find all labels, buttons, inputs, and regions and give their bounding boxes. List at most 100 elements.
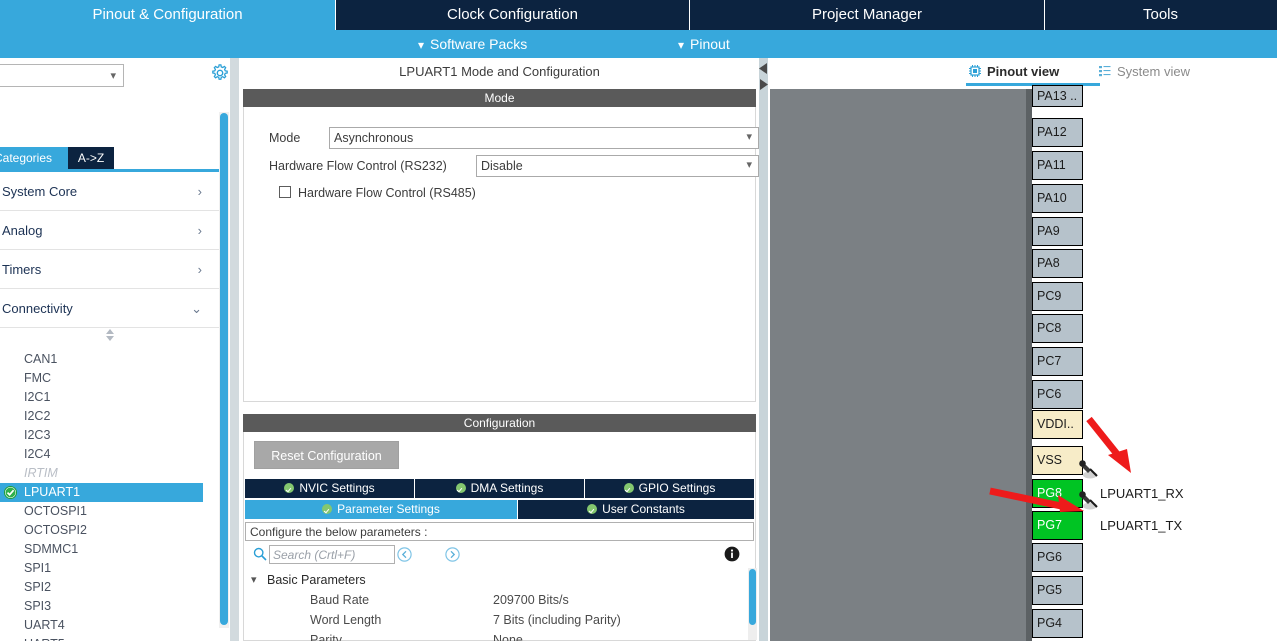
- sidebar-item-timers[interactable]: Timers ›: [0, 250, 220, 289]
- tab-nvic-settings[interactable]: NVIC Settings: [245, 479, 415, 498]
- tab-pinout-configuration[interactable]: Pinout & Configuration: [0, 0, 336, 30]
- tab-parameter-settings[interactable]: Parameter Settings: [245, 500, 518, 519]
- configure-hint: Configure the below parameters :: [245, 522, 754, 541]
- category-list: System Core › Analog › Timers › Connecti…: [0, 172, 220, 348]
- gear-icon[interactable]: [211, 64, 229, 82]
- tab-tools[interactable]: Tools: [1045, 0, 1276, 30]
- chevron-down-icon: ▾: [251, 574, 257, 586]
- sidebar-item-connectivity[interactable]: Connectivity ⌄: [0, 289, 220, 328]
- hw-flow-rs485-label: Hardware Flow Control (RS485): [298, 186, 476, 200]
- table-row[interactable]: Parity None: [245, 630, 745, 641]
- param-value: 209700 Bits/s: [493, 593, 569, 607]
- peripheral-label: OCTOSPI2: [24, 523, 87, 537]
- pin-label: PG4: [1037, 616, 1063, 630]
- pin-vss[interactable]: VSS: [1032, 446, 1083, 475]
- pin-pc7[interactable]: PC7: [1032, 347, 1083, 376]
- pin-pc6[interactable]: PC6: [1032, 380, 1083, 409]
- sidebar-item-system-core[interactable]: System Core ›: [0, 172, 220, 211]
- chevron-left-circle-icon[interactable]: [397, 547, 412, 562]
- list-item[interactable]: SPI1: [0, 559, 220, 578]
- hw-flow-rs232-select[interactable]: Disable ▾: [476, 155, 759, 177]
- check-circle-icon: [322, 504, 333, 514]
- list-item[interactable]: SPI2: [0, 578, 220, 597]
- check-circle-icon: [284, 483, 295, 493]
- pin-label: VDDI..: [1037, 417, 1074, 431]
- pin-pc9[interactable]: PC9: [1032, 282, 1083, 311]
- chevron-right-icon: ›: [197, 223, 202, 238]
- pin-label: PC8: [1037, 321, 1062, 335]
- tab-dma-settings[interactable]: DMA Settings: [415, 479, 585, 498]
- param-group-basic-parameters[interactable]: ▾ Basic Parameters: [245, 570, 745, 590]
- list-icon: [1098, 63, 1112, 77]
- view-tab-bar: Pinout view System view: [768, 58, 1277, 88]
- parameter-scrollbar-thumb[interactable]: [749, 569, 756, 625]
- list-item[interactable]: SDMMC1: [0, 540, 220, 559]
- hw-flow-rs232-label: Hardware Flow Control (RS232): [269, 159, 447, 173]
- list-item[interactable]: I2C3: [0, 426, 220, 445]
- list-item[interactable]: I2C4: [0, 445, 220, 464]
- list-item[interactable]: OCTOSPI1: [0, 502, 220, 521]
- chevron-down-icon: ▾: [110, 70, 116, 82]
- tab-user-constants[interactable]: User Constants: [518, 500, 754, 519]
- pin-pg4[interactable]: PG4: [1032, 609, 1083, 638]
- peripheral-sidebar: ▾ Categories A->Z System Core › Analog ›…: [0, 58, 232, 641]
- peripheral-label: IRTIM: [24, 466, 58, 480]
- pin-pa12[interactable]: PA12: [1032, 118, 1083, 147]
- tab-system-view[interactable]: System view: [1098, 61, 1190, 83]
- software-packs-menu[interactable]: ▾ Software Packs: [418, 30, 527, 58]
- search-input[interactable]: Search (Crtl+F): [269, 545, 395, 564]
- mode-select[interactable]: Asynchronous ▾: [329, 127, 759, 149]
- list-item[interactable]: SPI3: [0, 597, 220, 616]
- check-circle-icon: [4, 486, 17, 499]
- peripheral-label: LPUART1: [24, 485, 81, 499]
- chip-body[interactable]: [770, 89, 1030, 641]
- info-icon[interactable]: [724, 546, 740, 562]
- list-item[interactable]: OCTOSPI2: [0, 521, 220, 540]
- pin-label: PA8: [1037, 256, 1060, 270]
- list-item[interactable]: FMC: [0, 369, 220, 388]
- pin-pa10[interactable]: PA10: [1032, 184, 1083, 213]
- panel-splitter[interactable]: [759, 58, 768, 641]
- pin-pc8[interactable]: PC8: [1032, 314, 1083, 343]
- tab-label: Pinout & Configuration: [92, 6, 243, 23]
- sidebar-item-analog[interactable]: Analog ›: [0, 211, 220, 250]
- peripheral-label: I2C4: [24, 447, 51, 461]
- table-row[interactable]: Word Length 7 Bits (including Parity): [245, 610, 745, 630]
- category-label: Analog: [2, 223, 43, 238]
- table-row[interactable]: Baud Rate 209700 Bits/s: [245, 590, 745, 610]
- pin-pa9[interactable]: PA9: [1032, 217, 1083, 246]
- list-item[interactable]: CAN1: [0, 350, 220, 369]
- list-item: IRTIM: [0, 464, 220, 483]
- tab-label: GPIO Settings: [638, 481, 716, 495]
- list-item[interactable]: I2C1: [0, 388, 220, 407]
- param-name: Word Length: [310, 613, 382, 627]
- list-item[interactable]: UART5: [0, 635, 220, 641]
- tab-gpio-settings[interactable]: GPIO Settings: [585, 479, 754, 498]
- list-item[interactable]: I2C2: [0, 407, 220, 426]
- pin-pa13[interactable]: PA13 ..: [1032, 85, 1083, 107]
- tab-pinout-view[interactable]: Pinout view: [968, 61, 1059, 83]
- tab-project-manager[interactable]: Project Manager: [690, 0, 1045, 30]
- peripheral-label: I2C1: [24, 390, 51, 404]
- pin-pg6[interactable]: PG6: [1032, 543, 1083, 572]
- sidebar-tab-a-to-z[interactable]: A->Z: [68, 147, 114, 169]
- hw-flow-rs485-row[interactable]: Hardware Flow Control (RS485): [279, 184, 679, 202]
- list-item[interactable]: UART4: [0, 616, 220, 635]
- sidebar-item-lpuart1[interactable]: LPUART1: [0, 483, 203, 502]
- pin-pa11[interactable]: PA11: [1032, 151, 1083, 180]
- tab-clock-configuration[interactable]: Clock Configuration: [336, 0, 690, 30]
- chevron-right-circle-icon[interactable]: [445, 547, 460, 562]
- pinout-menu[interactable]: ▾ Pinout: [678, 30, 730, 58]
- pin-vddio[interactable]: VDDI..: [1032, 410, 1083, 439]
- list-resize-handle[interactable]: [0, 328, 220, 348]
- hw-flow-rs485-checkbox[interactable]: [279, 186, 291, 198]
- pin-pg5[interactable]: PG5: [1032, 576, 1083, 605]
- reset-configuration-button[interactable]: Reset Configuration: [254, 441, 399, 469]
- pin-pa8[interactable]: PA8: [1032, 249, 1083, 278]
- check-circle-icon: [587, 504, 598, 514]
- sidebar-scrollbar-thumb[interactable]: [220, 113, 228, 625]
- peripheral-search-combo[interactable]: ▾: [0, 64, 124, 87]
- config-tab-row-1: NVIC Settings DMA Settings GPIO Settings: [245, 479, 754, 498]
- search-icon: [253, 547, 267, 561]
- sidebar-tab-categories[interactable]: Categories: [0, 147, 68, 169]
